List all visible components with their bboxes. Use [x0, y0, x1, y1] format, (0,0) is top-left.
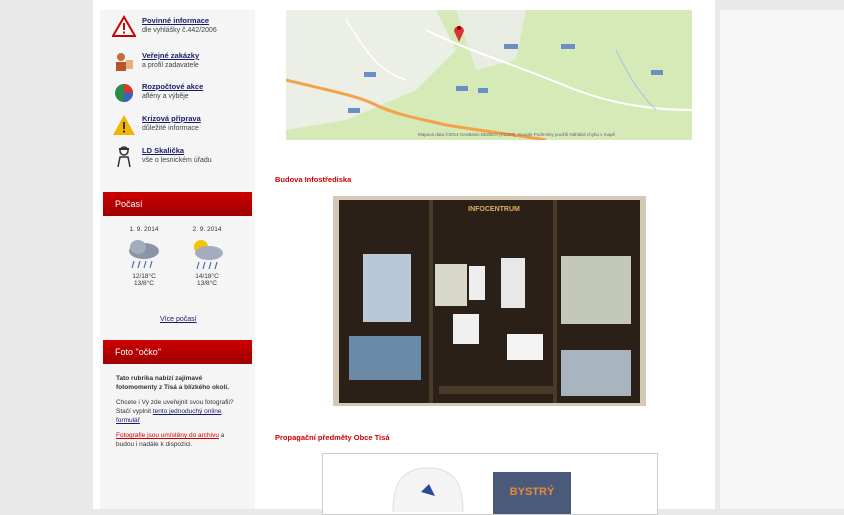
weather-day: 1. 9. 2014 12/18°C 13/8°C [118, 226, 170, 287]
sun-rain-cloud-icon [194, 240, 223, 270]
weather-date: 1. 9. 2014 [129, 226, 159, 233]
photo-box-intro: Tato rubrika nabízí zajímavé fotomomenty… [116, 375, 229, 391]
location-map[interactable] [286, 10, 692, 140]
sidebar-link-title[interactable]: Krizová připrava [142, 114, 201, 124]
tender-icon [116, 53, 133, 71]
photo-box-archive: Fotografie jsou umístěny do archivu a bu… [116, 431, 241, 449]
sidebar-link-subtitle: aflény a výběje [142, 93, 189, 100]
sidebar-link-ld-skalicka[interactable]: LD Skalička vše o lesnickém úřadu [112, 145, 252, 175]
warning-triangle-icon [112, 15, 136, 37]
promo-label: BYSTRÝ [509, 486, 555, 498]
crisis-warning-icon [113, 115, 135, 135]
forest-ranger-icon [117, 146, 131, 168]
weather-heading: Počasí [103, 192, 252, 216]
budget-chart-icon [115, 84, 133, 102]
sidebar-link-rozpoctove-akce[interactable]: Rozpočtové akce aflény a výběje [112, 81, 252, 111]
photo-box-text: Tato rubrika nabízí zajímavé fotomomenty… [116, 374, 241, 449]
weather-temp-night: 13/8°C [197, 280, 217, 287]
sidebar-link-title[interactable]: Veřejné zakázky [142, 51, 199, 61]
weather-date: 2. 9. 2014 [192, 226, 222, 233]
rain-cloud-icon [129, 240, 159, 269]
sidebar-link-title[interactable]: LD Skalička [142, 146, 212, 156]
right-gutter [720, 10, 844, 509]
weather-temp-day: 12/18°C [132, 273, 156, 280]
section-title-budova: Budova Infostřediska [275, 175, 352, 184]
map-canvas [286, 10, 692, 140]
photo-storefront: INFOCENTRUM [339, 200, 640, 403]
sidebar-link-povinne-informace[interactable]: Povinné informace dle vyhlášky č.442/200… [112, 15, 252, 45]
weather-day: 2. 9. 2014 14/18°C 13/8°C [181, 226, 233, 287]
photo-box-paragraph: Chcete i Vy zde uveřejnit svou fotografi… [116, 398, 241, 425]
infocentrum-photo[interactable]: INFOCENTRUM [333, 196, 646, 406]
weather-temp-night: 13/8°C [134, 280, 154, 287]
more-weather-link[interactable]: Více počasí [160, 316, 197, 323]
weather-temp-day: 14/18°C [195, 273, 219, 280]
photo-box-heading: Foto "očko" [103, 340, 252, 364]
sidebar-link-subtitle: dle vyhlášky č.442/2006 [142, 27, 217, 34]
archive-link[interactable]: Fotografie jsou umístěny do archivu [116, 432, 219, 439]
section-title-propagacni: Propagační předměty Obce Tisá [275, 433, 390, 442]
photo-sign-text: INFOCENTRUM [468, 206, 520, 213]
sidebar-link-subtitle: vše o lesnickém úřadu [142, 157, 212, 164]
promo-item-cup [392, 467, 464, 512]
promo-item-banner: BYSTRÝ [493, 472, 571, 514]
map-pin-icon[interactable] [453, 22, 465, 42]
sidebar-link-subtitle: důležité informace [142, 125, 199, 132]
sidebar-link-title[interactable]: Povinné informace [142, 16, 217, 26]
promo-items-image[interactable]: BYSTRÝ [322, 453, 658, 515]
sidebar-link-subtitle: a profil zadavatele [142, 62, 199, 69]
weather-widget: 1. 9. 2014 12/18°C 13/8°C 2. 9. 2014 14/… [118, 226, 238, 326]
sidebar-link-krizova-priprava[interactable]: Krizová připrava důležité informace [112, 113, 252, 143]
sidebar-link-title[interactable]: Rozpočtové akce [142, 82, 203, 92]
map-attribution: Mapová data ©2014 GeoBasis-DE/BKG (©2009… [418, 132, 615, 137]
sidebar-link-verejne-zakazky[interactable]: Veřejné zakázky a profil zadavatele [112, 50, 252, 80]
